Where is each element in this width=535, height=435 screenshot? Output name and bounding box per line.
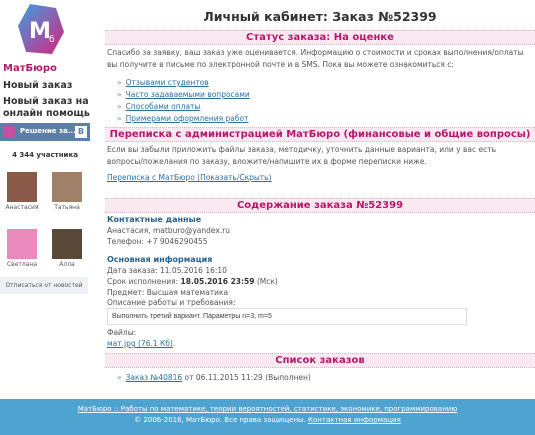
deadline-tz: (Мск) <box>256 277 278 286</box>
member-name[interactable]: Татьяна <box>47 204 87 211</box>
status-text: Спасибо за заявку, ваш заказ уже оценива… <box>107 48 524 69</box>
order-link[interactable]: Заказ №40816 <box>126 373 183 382</box>
file-link[interactable]: мат.jpg (76.1 Кб) <box>107 339 173 348</box>
member-name[interactable]: Светлана <box>2 261 42 268</box>
nav-new-order[interactable]: Новый заказ <box>3 80 98 92</box>
link-examples[interactable]: Примерами оформления работ <box>126 114 249 123</box>
contact-heading: Контактные данные <box>107 215 202 224</box>
correspondence-text: Если вы забыли приложить файлы заказа, м… <box>107 145 497 166</box>
vk-widget-header[interactable]: Решение за... B <box>0 123 90 141</box>
vk-group-title: Решение за... <box>20 127 76 135</box>
link-faq[interactable]: Часто задаваемыми вопросами <box>126 90 250 99</box>
page-title: Личный кабинет: Заказ №52399 <box>203 9 437 24</box>
deadline: 18.05.2016 23:59 <box>180 277 255 286</box>
orders-heading: Список заказов <box>105 353 535 368</box>
avatar[interactable] <box>52 172 82 202</box>
members-count: 4 344 участника <box>12 151 78 159</box>
order-details: от 06.11.2015 11:29 (Выполнен) <box>184 373 311 382</box>
copyright: © 2006-2016, МатБюро. Все права защищены… <box>134 416 306 424</box>
unsubscribe-button[interactable]: Отписаться от новостей <box>0 277 88 294</box>
logo[interactable]: М б <box>18 2 64 56</box>
phone: Телефон: +7 9046290455 <box>107 237 208 246</box>
svg-text:М: М <box>29 19 51 44</box>
member-name[interactable]: Алла <box>47 261 87 268</box>
deadline-label: Срок исполнения: <box>107 277 179 286</box>
avatar[interactable] <box>52 229 82 259</box>
svg-text:б: б <box>49 35 55 45</box>
footer: МатБюро :: Работы по математике, теории … <box>0 399 535 435</box>
correspondence-toggle-link[interactable]: Переписка с МатБюро (Показать/Скрыть) <box>107 172 272 184</box>
link-reviews[interactable]: Отзывами студентов <box>126 78 209 87</box>
correspondence-heading: Переписка с администрацией МатБюро (фина… <box>105 127 535 142</box>
member-name[interactable]: Анастасия <box>2 204 42 211</box>
avatar[interactable] <box>7 229 37 259</box>
group-icon <box>3 126 15 138</box>
nav-new-online-help[interactable]: Новый заказ на онлайн помощь <box>3 96 98 120</box>
description-box: Выполнить третий вариант. Параметры n=3,… <box>107 308 467 325</box>
info-heading: Основная информация <box>107 255 213 264</box>
brand-name: МатБюро <box>3 63 57 74</box>
status-heading: Статус заказа: На оценке <box>105 30 535 45</box>
footer-main-link[interactable]: МатБюро :: Работы по математике, теории … <box>78 405 457 413</box>
contents-heading: Содержание заказа №52399 <box>105 198 535 213</box>
avatar[interactable] <box>7 172 37 202</box>
vk-icon: B <box>75 126 87 138</box>
contact-info-link[interactable]: Контактная информация <box>308 416 401 424</box>
link-payment[interactable]: Способами оплаты <box>126 102 201 111</box>
